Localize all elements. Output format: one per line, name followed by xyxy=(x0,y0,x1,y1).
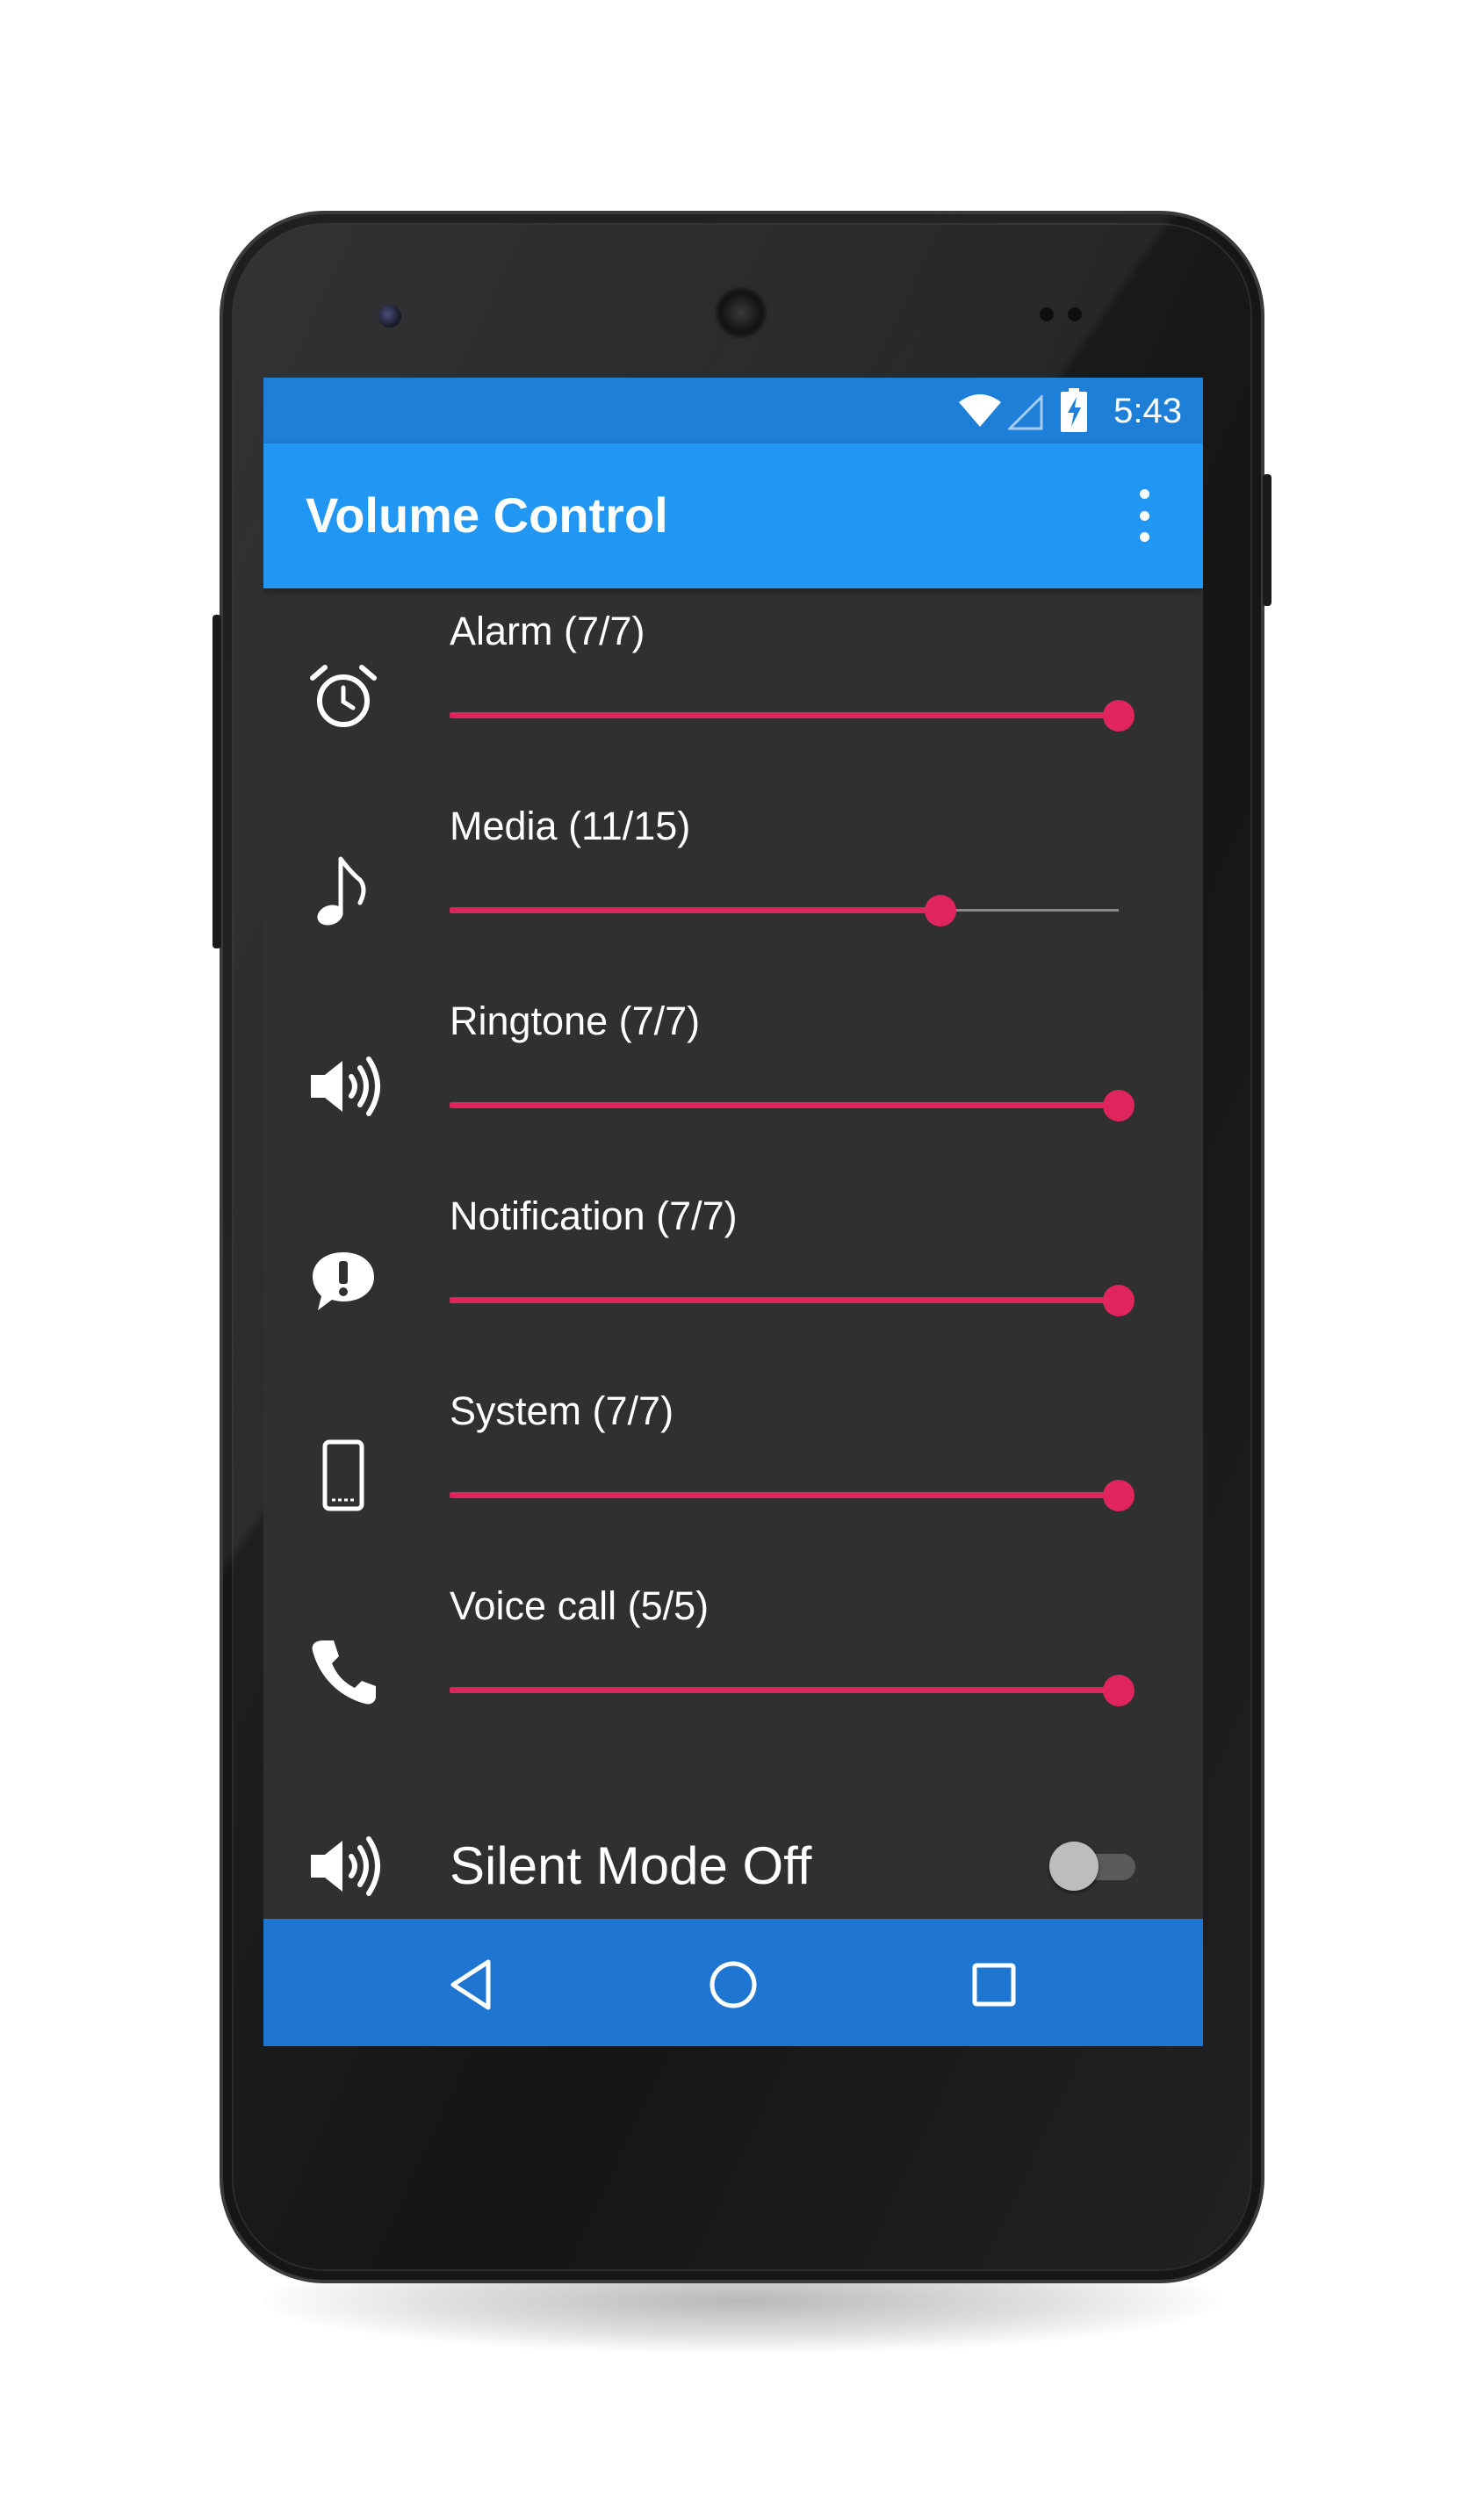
back-icon[interactable] xyxy=(439,1950,509,2020)
slider-thumb[interactable] xyxy=(1103,1090,1135,1121)
slider-thumb[interactable] xyxy=(1103,1480,1135,1511)
slider-thumb[interactable] xyxy=(1103,1285,1135,1316)
app-bar: Volume Control xyxy=(263,443,1203,588)
status-bar: 5:43 xyxy=(263,378,1203,443)
cell-signal-icon xyxy=(1008,395,1043,430)
volume-row-notification: Notification (7/7) xyxy=(263,1173,1203,1368)
earpiece-speaker xyxy=(715,286,767,339)
volume-label-notification: Notification (7/7) xyxy=(450,1193,738,1238)
speaker-volume-icon xyxy=(311,1056,380,1116)
home-icon[interactable] xyxy=(698,1950,768,2020)
volume-slider-system[interactable] xyxy=(450,1478,1135,1513)
volume-row-ringtone: Ringtone (7/7) xyxy=(263,978,1203,1173)
slider-thumb[interactable] xyxy=(1103,700,1135,732)
power-button xyxy=(1263,474,1271,606)
more-vert-icon[interactable] xyxy=(1131,489,1157,542)
volume-label-system: System (7/7) xyxy=(450,1388,674,1433)
wifi-icon xyxy=(959,394,1001,427)
light-sensor xyxy=(1068,307,1082,321)
volume-label-media: Media (11/15) xyxy=(450,804,691,848)
music-note-icon xyxy=(317,856,366,926)
status-time: 5:43 xyxy=(1113,392,1182,430)
volume-rocker xyxy=(213,615,221,948)
screen: 5:43 Volume Control Alarm (7/7) Media (1… xyxy=(263,378,1203,2046)
slider-thumb[interactable] xyxy=(925,895,956,926)
volume-slider-notification[interactable] xyxy=(450,1283,1135,1318)
silent-mode-toggle[interactable] xyxy=(1049,1840,1137,1893)
recents-icon[interactable] xyxy=(959,1950,1029,2020)
speaker-volume-icon xyxy=(311,1836,380,1896)
volume-slider-alarm[interactable] xyxy=(450,698,1135,733)
volume-label-ringtone: Ringtone (7/7) xyxy=(450,999,701,1043)
volume-row-voice-call: Voice call (5/5) xyxy=(263,1563,1203,1758)
volume-slider-voice-call[interactable] xyxy=(450,1673,1135,1708)
chat-alert-icon xyxy=(313,1252,374,1310)
volume-label-alarm: Alarm (7/7) xyxy=(450,609,645,653)
slider-thumb[interactable] xyxy=(1103,1675,1135,1706)
volume-label-voice-call: Voice call (5/5) xyxy=(450,1583,710,1628)
navigation-bar xyxy=(263,1919,1203,2046)
proximity-sensor xyxy=(1040,307,1054,321)
front-camera xyxy=(378,305,401,328)
phone-device-icon xyxy=(322,1439,364,1511)
volume-slider-ringtone[interactable] xyxy=(450,1088,1135,1123)
battery-charging-icon xyxy=(1061,388,1087,432)
app-title: Volume Control xyxy=(306,487,668,543)
silent-mode-label: Silent Mode Off xyxy=(450,1836,812,1895)
volume-row-system: System (7/7) xyxy=(263,1368,1203,1563)
phone-handset-icon xyxy=(312,1640,376,1705)
volume-row-media: Media (11/15) xyxy=(263,783,1203,978)
alarm-clock-icon xyxy=(310,665,377,727)
volume-slider-media[interactable] xyxy=(450,893,1119,928)
volume-row-alarm: Alarm (7/7) xyxy=(263,588,1203,783)
